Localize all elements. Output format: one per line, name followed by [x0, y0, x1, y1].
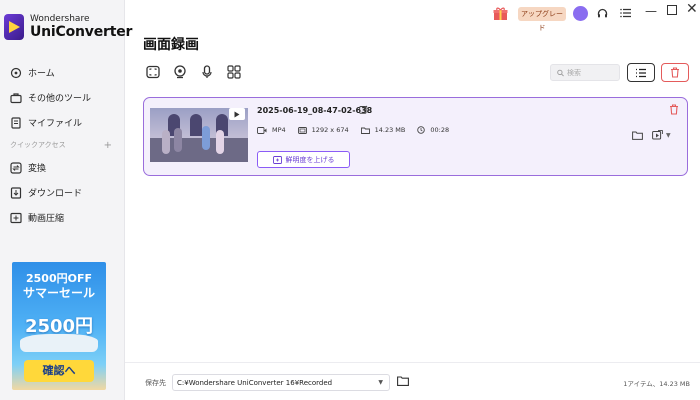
delete-file-icon[interactable] — [669, 104, 679, 115]
item-count-status: 1アイテム、14.23 MB — [623, 380, 690, 388]
quick-access-header: クイックアクセス + — [0, 135, 124, 155]
chevron-down-icon: ▼ — [378, 379, 383, 386]
enhance-clarity-button[interactable]: 鮮明度を上げる — [257, 151, 350, 168]
minimize-button[interactable]: — — [645, 4, 657, 18]
promo-title: サマーセール — [22, 286, 95, 300]
compress-icon — [10, 212, 22, 223]
maximize-button[interactable] — [667, 5, 677, 15]
recording-card[interactable]: 2025-06-19_08-47-02-638 MP4 1292 x 674 1… — [143, 97, 688, 176]
summer-sale-banner[interactable]: 2500円OFF サマーセール 2500円 確認へ — [12, 262, 106, 390]
file-meta: MP4 1292 x 674 14.23 MB 00:28 — [257, 126, 461, 134]
save-location-label: 保存先 — [145, 379, 166, 387]
enhance-icon — [272, 155, 282, 164]
brand[interactable]: Wondershare UniConverter — [4, 14, 132, 40]
enhance-label: 鮮明度を上げる — [285, 155, 335, 164]
rename-icon[interactable] — [359, 105, 368, 114]
list-view-button[interactable] — [627, 63, 655, 82]
convert-icon — [10, 161, 22, 174]
screen-capture-icon — [146, 65, 160, 79]
file-name: 2025-06-19_08-47-02-638 — [257, 106, 373, 115]
sidebar-item-convert[interactable]: 変換 — [0, 155, 124, 180]
home-icon — [10, 67, 22, 78]
gift-icon[interactable] — [493, 7, 508, 21]
search-icon — [557, 69, 564, 76]
file-icon — [11, 116, 21, 129]
promo-illustration — [20, 334, 98, 352]
bottom-bar: 保存先 C:¥Wondershare UniConverter 16¥Recor… — [125, 362, 700, 400]
chevron-down-icon: ▼ — [666, 131, 671, 139]
download-icon — [10, 186, 22, 199]
file-duration: 00:28 — [417, 126, 449, 134]
toolbox-icon — [10, 92, 22, 103]
clock-icon — [417, 126, 426, 134]
sidebar-item-label: マイファイル — [28, 119, 83, 129]
grid-icon — [227, 65, 241, 79]
list-icon — [636, 68, 646, 77]
sidebar-item-my-files[interactable]: マイファイル — [0, 110, 124, 135]
brand-name: UniConverter — [30, 24, 133, 40]
save-path-value: C:¥Wondershare UniConverter 16¥Recorded — [177, 378, 333, 387]
folder-size-icon — [360, 127, 370, 134]
file-format: MP4 — [257, 126, 286, 134]
sidebar-item-other-tools[interactable]: その他のツール — [0, 85, 124, 110]
uniconverter-logo-icon — [4, 14, 24, 40]
file-size: 14.23 MB — [360, 126, 405, 134]
search-input[interactable] — [567, 68, 619, 77]
video-format-icon — [257, 126, 267, 134]
title-bar: アップグレード — ✕ — [125, 0, 700, 32]
promo-check-button[interactable]: 確認へ — [24, 360, 94, 382]
sidebar-nav: ホーム その他のツール マイファイル クイックアクセス + 変換 ダウンロード … — [0, 60, 124, 230]
file-resolution: 1292 x 674 — [297, 126, 349, 134]
add-quick-access-button[interactable]: + — [104, 140, 112, 151]
sidebar-item-download[interactable]: ダウンロード — [0, 180, 124, 205]
sidebar-item-home[interactable]: ホーム — [0, 60, 124, 85]
resolution-icon — [297, 126, 307, 134]
quick-access-label: クイックアクセス — [10, 141, 66, 149]
play-badge-icon — [229, 108, 245, 120]
sidebar-item-compress[interactable]: 動画圧縮 — [0, 205, 124, 230]
microphone-icon — [202, 65, 212, 78]
brand-company: Wondershare — [30, 14, 90, 24]
open-folder-icon[interactable] — [632, 131, 643, 140]
page-title: 画面録画 — [143, 37, 199, 53]
more-modes-button[interactable] — [226, 64, 242, 80]
export-icon — [652, 130, 663, 140]
record-mode-toolbar — [145, 64, 253, 80]
trash-icon — [671, 67, 679, 78]
sidebar-item-label: ホーム — [28, 69, 55, 79]
sidebar-item-label: 変換 — [28, 164, 47, 174]
webcam-icon — [174, 65, 186, 79]
save-path-select[interactable]: C:¥Wondershare UniConverter 16¥Recorded … — [172, 374, 390, 391]
sidebar: Wondershare UniConverter ホーム その他のツール マイフ… — [0, 0, 132, 400]
sidebar-item-label: 動画圧縮 — [28, 214, 65, 224]
upgrade-button[interactable]: アップグレード — [518, 7, 566, 32]
menu-icon[interactable] — [620, 8, 631, 18]
support-headset-icon[interactable] — [597, 8, 608, 19]
search-box[interactable] — [550, 64, 620, 81]
sidebar-item-label: ダウンロード — [28, 189, 83, 199]
export-menu-button[interactable]: ▼ — [652, 130, 671, 140]
avatar[interactable] — [573, 6, 588, 21]
delete-all-button[interactable] — [661, 63, 689, 82]
audio-record-button[interactable] — [199, 64, 215, 80]
browse-folder-icon[interactable] — [397, 376, 409, 386]
screen-record-button[interactable] — [145, 64, 161, 80]
close-button[interactable]: ✕ — [686, 1, 698, 17]
sidebar-item-label: その他のツール — [28, 94, 92, 104]
webcam-record-button[interactable] — [172, 64, 188, 80]
